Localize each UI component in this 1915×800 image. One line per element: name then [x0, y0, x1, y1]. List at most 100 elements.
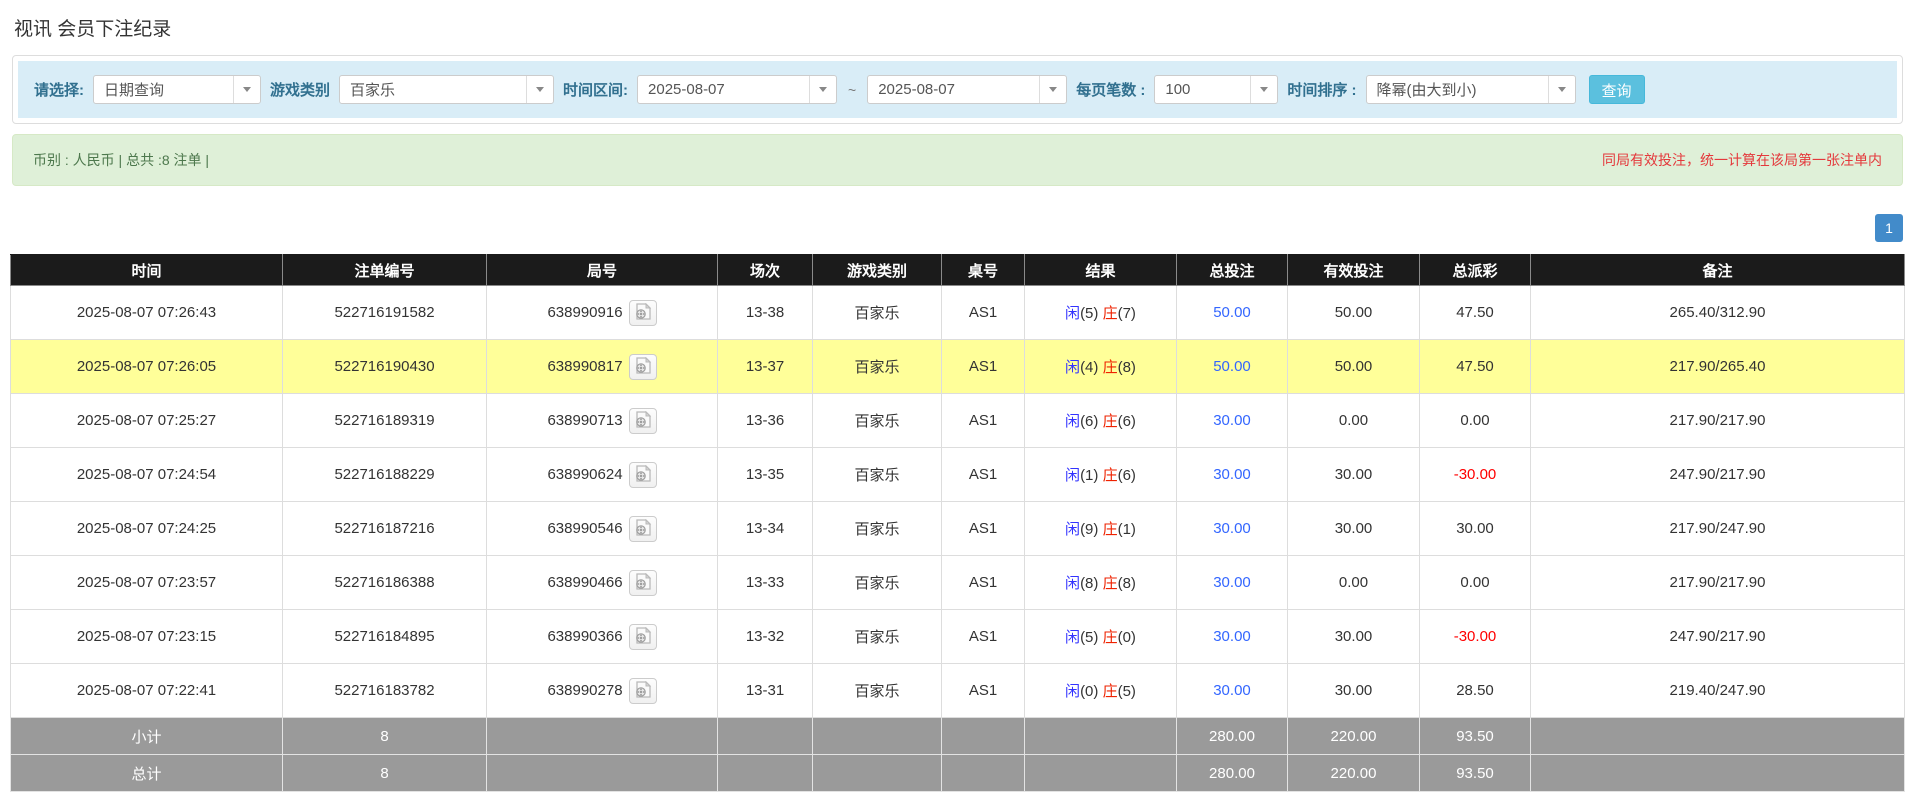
- filter-panel: 请选择: 日期查询 游戏类别 百家乐 时间区间: 2025-08-07 ~ 20…: [12, 55, 1903, 124]
- time-range-label: 时间区间:: [563, 79, 628, 100]
- cell-valid-bet: 50.00: [1288, 340, 1420, 394]
- video-replay-icon[interactable]: [629, 570, 657, 596]
- cell-remark: 217.90/217.90: [1531, 394, 1905, 448]
- cell-result: 闲(4) 庄(8): [1025, 340, 1177, 394]
- cell-payout: 47.50: [1420, 340, 1531, 394]
- search-button[interactable]: 查询: [1589, 75, 1645, 104]
- cell-bet-no: 522716189319: [283, 394, 487, 448]
- table-row: 2025-08-07 07:23:15 522716184895 6389903…: [11, 610, 1905, 664]
- cell-valid-bet: 30.00: [1288, 502, 1420, 556]
- cell-table-no: AS1: [942, 664, 1025, 718]
- cell-result: 闲(6) 庄(6): [1025, 394, 1177, 448]
- cell-time: 2025-08-07 07:23:15: [11, 610, 283, 664]
- video-replay-icon[interactable]: [629, 300, 657, 326]
- table-row: 2025-08-07 07:26:43 522716191582 6389909…: [11, 286, 1905, 340]
- cell-table-no: AS1: [942, 448, 1025, 502]
- sort-order-value: 降幂(由大到小): [1367, 76, 1548, 103]
- chevron-down-icon: [233, 76, 260, 103]
- cell-session: 13-34: [718, 502, 813, 556]
- cell-total-bet-link[interactable]: 50.00: [1177, 340, 1288, 394]
- table-row: 2025-08-07 07:22:41 522716183782 6389902…: [11, 664, 1905, 718]
- cell-total-bet-link[interactable]: 30.00: [1177, 556, 1288, 610]
- cell-result: 闲(9) 庄(1): [1025, 502, 1177, 556]
- currency-total-text: 币别 : 人民币 | 总共 :8 注单 |: [33, 150, 209, 170]
- video-replay-icon[interactable]: [629, 462, 657, 488]
- cell-game-type: 百家乐: [813, 286, 942, 340]
- table-row: 2025-08-07 07:23:57 522716186388 6389904…: [11, 556, 1905, 610]
- video-replay-icon[interactable]: [629, 354, 657, 380]
- table-row: 2025-08-07 07:26:05 522716190430 6389908…: [11, 340, 1905, 394]
- cell-bet-no: 522716183782: [283, 664, 487, 718]
- cell-round-no: 638990466: [487, 556, 718, 610]
- player-result: 闲: [1065, 629, 1080, 646]
- player-result: 闲: [1065, 521, 1080, 538]
- video-replay-icon[interactable]: [629, 516, 657, 542]
- video-replay-icon[interactable]: [629, 678, 657, 704]
- chevron-down-icon: [1039, 76, 1066, 103]
- cell-total-bet-link[interactable]: 30.00: [1177, 610, 1288, 664]
- subtotal-count: 8: [283, 718, 487, 755]
- cell-time: 2025-08-07 07:24:54: [11, 448, 283, 502]
- table-row: 2025-08-07 07:25:27 522716189319 6389907…: [11, 394, 1905, 448]
- cell-result: 闲(5) 庄(0): [1025, 610, 1177, 664]
- query-type-select[interactable]: 日期查询: [93, 75, 261, 104]
- cell-result: 闲(5) 庄(7): [1025, 286, 1177, 340]
- chevron-down-icon: [809, 76, 836, 103]
- cell-game-type: 百家乐: [813, 340, 942, 394]
- cell-payout: 28.50: [1420, 664, 1531, 718]
- player-result: 闲: [1065, 467, 1080, 484]
- cell-total-bet-link[interactable]: 30.00: [1177, 448, 1288, 502]
- cell-round-no: 638990366: [487, 610, 718, 664]
- cell-time: 2025-08-07 07:24:25: [11, 502, 283, 556]
- cell-total-bet-link[interactable]: 30.00: [1177, 664, 1288, 718]
- cell-remark: 217.90/247.90: [1531, 502, 1905, 556]
- cell-table-no: AS1: [942, 502, 1025, 556]
- cell-total-bet-link[interactable]: 50.00: [1177, 286, 1288, 340]
- header-bet-no: 注单编号: [283, 255, 487, 286]
- query-type-label: 请选择:: [34, 79, 84, 100]
- cell-result: 闲(0) 庄(5): [1025, 664, 1177, 718]
- cell-remark: 217.90/265.40: [1531, 340, 1905, 394]
- cell-result: 闲(8) 庄(8): [1025, 556, 1177, 610]
- banker-result: 庄: [1103, 683, 1118, 700]
- filter-bar: 请选择: 日期查询 游戏类别 百家乐 时间区间: 2025-08-07 ~ 20…: [18, 61, 1897, 118]
- cell-table-no: AS1: [942, 394, 1025, 448]
- cell-session: 13-31: [718, 664, 813, 718]
- cell-session: 13-33: [718, 556, 813, 610]
- cell-session: 13-38: [718, 286, 813, 340]
- table-body: 2025-08-07 07:26:43 522716191582 6389909…: [11, 286, 1905, 718]
- subtotal-valid-bet: 220.00: [1288, 718, 1420, 755]
- subtotal-total-bet: 280.00: [1177, 718, 1288, 755]
- date-range-separator: ~: [846, 82, 858, 98]
- cell-game-type: 百家乐: [813, 664, 942, 718]
- video-replay-icon[interactable]: [629, 408, 657, 434]
- page-size-select[interactable]: 100: [1154, 75, 1278, 104]
- banker-result: 庄: [1103, 305, 1118, 322]
- subtotal-row: 小计 8 280.00 220.00 93.50: [11, 718, 1905, 755]
- cell-game-type: 百家乐: [813, 610, 942, 664]
- grand-total-payout: 93.50: [1420, 755, 1531, 792]
- cell-total-bet-link[interactable]: 30.00: [1177, 394, 1288, 448]
- header-payout: 总派彩: [1420, 255, 1531, 286]
- sort-order-label: 时间排序 :: [1287, 79, 1356, 100]
- header-game-type: 游戏类别: [813, 255, 942, 286]
- cell-bet-no: 522716187216: [283, 502, 487, 556]
- cell-total-bet-link[interactable]: 30.00: [1177, 502, 1288, 556]
- cell-bet-no: 522716188229: [283, 448, 487, 502]
- cell-table-no: AS1: [942, 286, 1025, 340]
- player-result: 闲: [1065, 575, 1080, 592]
- video-replay-icon[interactable]: [629, 624, 657, 650]
- cell-table-no: AS1: [942, 340, 1025, 394]
- header-round-no: 局号: [487, 255, 718, 286]
- pagination: 1: [12, 214, 1903, 242]
- date-from-select[interactable]: 2025-08-07: [637, 75, 837, 104]
- date-to-select[interactable]: 2025-08-07: [867, 75, 1067, 104]
- cell-game-type: 百家乐: [813, 502, 942, 556]
- sort-order-select[interactable]: 降幂(由大到小): [1366, 75, 1576, 104]
- game-type-select[interactable]: 百家乐: [339, 75, 554, 104]
- cell-round-no: 638990916: [487, 286, 718, 340]
- pagination-page-1[interactable]: 1: [1875, 214, 1903, 242]
- cell-session: 13-35: [718, 448, 813, 502]
- cell-bet-no: 522716184895: [283, 610, 487, 664]
- grand-total-row: 总计 8 280.00 220.00 93.50: [11, 755, 1905, 792]
